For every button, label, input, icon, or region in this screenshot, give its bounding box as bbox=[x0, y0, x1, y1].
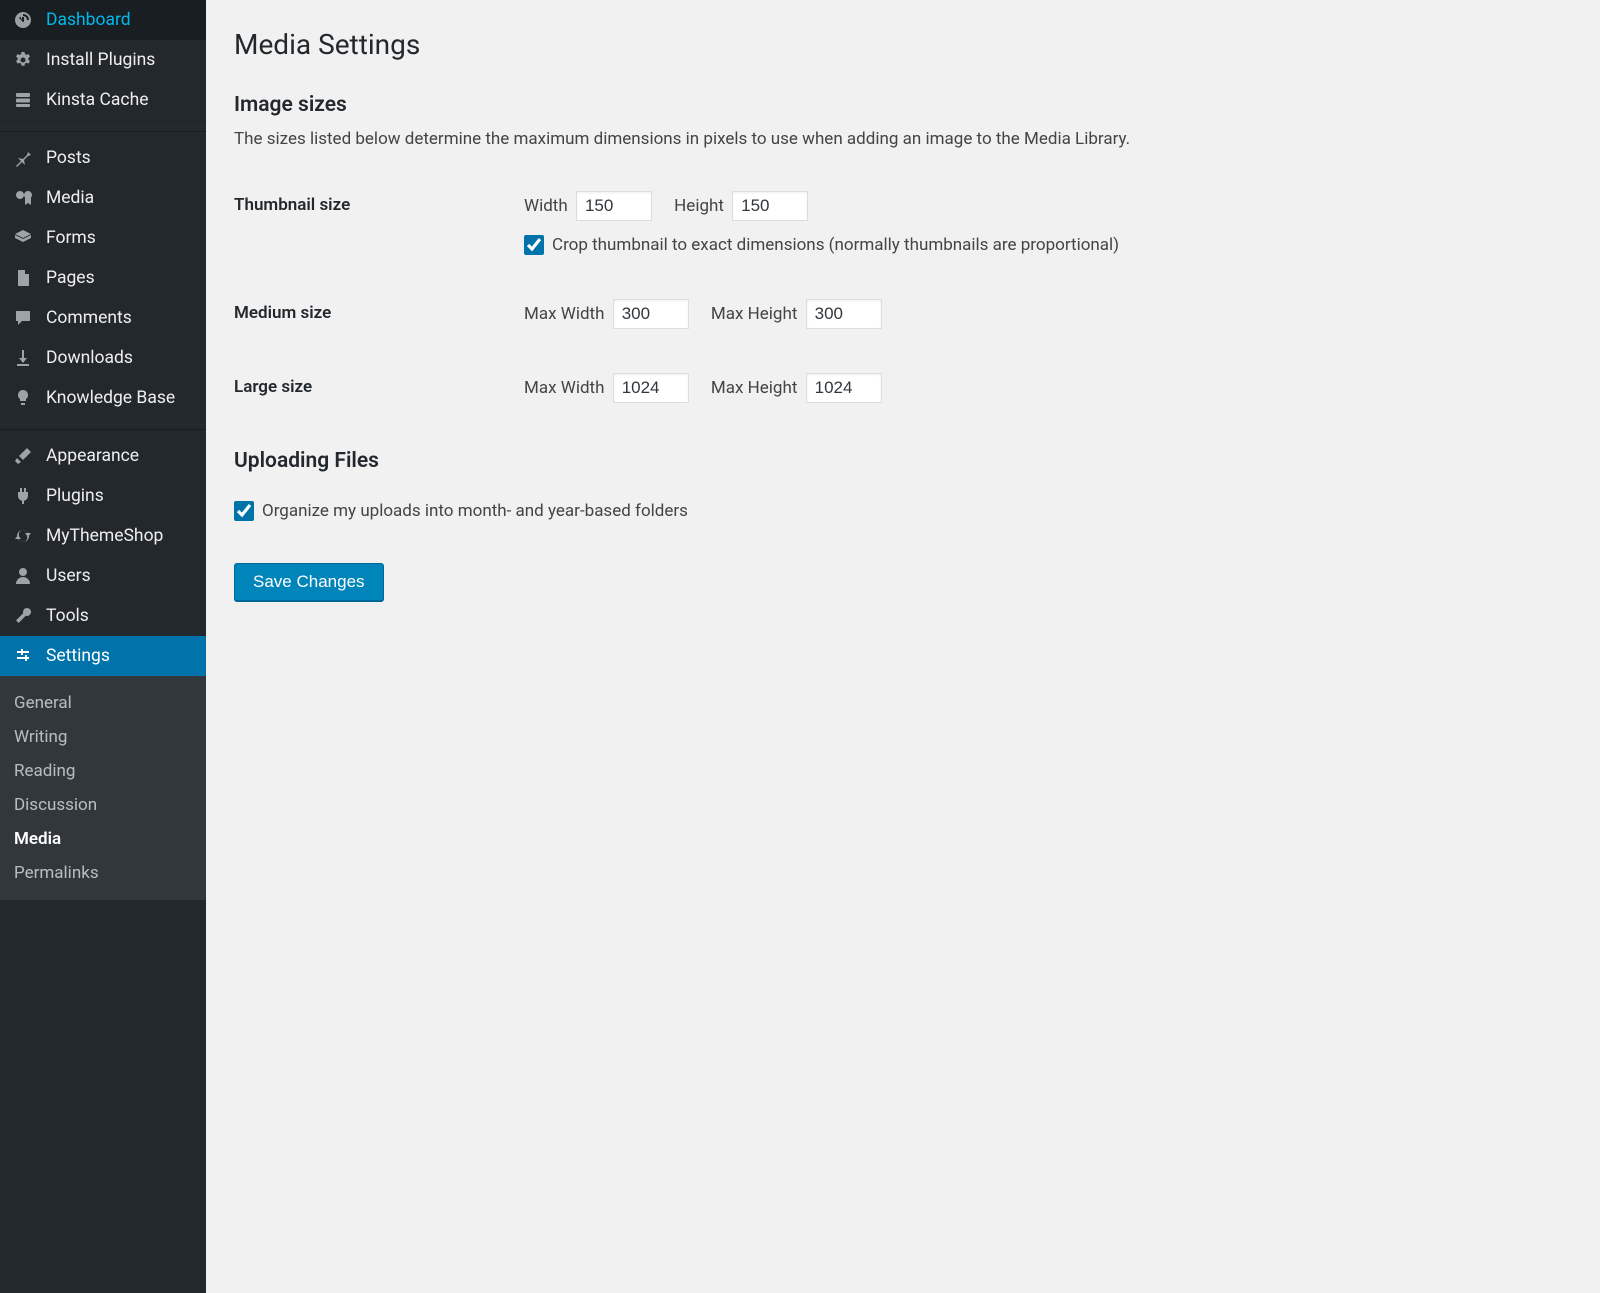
server-icon bbox=[10, 90, 36, 110]
thumbnail-size-label: Thumbnail size bbox=[234, 169, 514, 277]
sidebar-item-posts[interactable]: Posts bbox=[0, 138, 206, 178]
sidebar-item-label: Knowledge Base bbox=[46, 388, 175, 408]
image-sizes-table: Thumbnail size Width Height Crop thumbna… bbox=[234, 169, 1572, 425]
medium-width-label: Max Width bbox=[524, 304, 604, 324]
sidebar-separator bbox=[0, 126, 206, 132]
uploading-files-heading: Uploading Files bbox=[234, 449, 1572, 473]
sidebar-item-knowledge-base[interactable]: Knowledge Base bbox=[0, 378, 206, 418]
sidebar-item-label: Tools bbox=[46, 606, 89, 626]
sidebar-item-label: Settings bbox=[46, 646, 110, 666]
wrench-icon bbox=[10, 606, 36, 626]
forms-icon bbox=[10, 228, 36, 248]
submenu-item-general[interactable]: General bbox=[0, 686, 206, 720]
sidebar-item-label: Dashboard bbox=[46, 10, 131, 30]
large-size-row: Large size Max Width Max Height bbox=[234, 351, 1572, 425]
save-changes-button[interactable]: Save Changes bbox=[234, 563, 384, 601]
large-height-label: Max Height bbox=[711, 378, 798, 398]
sidebar-item-label: Pages bbox=[46, 268, 95, 288]
refresh-icon bbox=[10, 526, 36, 546]
sidebar-item-label: Appearance bbox=[46, 446, 139, 466]
settings-submenu: GeneralWritingReadingDiscussionMediaPerm… bbox=[0, 676, 206, 900]
sidebar-item-mythemeshop[interactable]: MyThemeShop bbox=[0, 516, 206, 556]
sidebar-separator bbox=[0, 424, 206, 430]
thumbnail-crop-checkbox[interactable] bbox=[524, 235, 544, 255]
thumbnail-crop-label: Crop thumbnail to exact dimensions (norm… bbox=[552, 235, 1119, 255]
large-width-input[interactable] bbox=[613, 373, 689, 403]
medium-height-label: Max Height bbox=[711, 304, 798, 324]
organize-uploads-label: Organize my uploads into month- and year… bbox=[262, 501, 688, 521]
media-icon bbox=[10, 188, 36, 208]
sidebar-item-tools[interactable]: Tools bbox=[0, 596, 206, 636]
medium-height-input[interactable] bbox=[806, 299, 882, 329]
sidebar-item-label: Comments bbox=[46, 308, 132, 328]
medium-width-input[interactable] bbox=[613, 299, 689, 329]
comment-icon bbox=[10, 308, 36, 328]
sidebar-item-label: Forms bbox=[46, 228, 96, 248]
medium-size-row: Medium size Max Width Max Height bbox=[234, 277, 1572, 351]
sidebar-item-label: MyThemeShop bbox=[46, 526, 163, 546]
large-width-label: Max Width bbox=[524, 378, 604, 398]
sidebar-item-kinsta-cache[interactable]: Kinsta Cache bbox=[0, 80, 206, 120]
sidebar-item-forms[interactable]: Forms bbox=[0, 218, 206, 258]
thumbnail-size-row: Thumbnail size Width Height Crop thumbna… bbox=[234, 169, 1572, 277]
page-title: Media Settings bbox=[234, 20, 1572, 69]
thumbnail-width-label: Width bbox=[524, 196, 568, 216]
sidebar-item-plugins[interactable]: Plugins bbox=[0, 476, 206, 516]
organize-uploads-checkbox[interactable] bbox=[234, 501, 254, 521]
bulb-icon bbox=[10, 388, 36, 408]
sidebar-item-media[interactable]: Media bbox=[0, 178, 206, 218]
large-size-label: Large size bbox=[234, 351, 514, 425]
sidebar-item-pages[interactable]: Pages bbox=[0, 258, 206, 298]
sidebar-item-install-plugins[interactable]: Install Plugins bbox=[0, 40, 206, 80]
admin-sidebar: Dashboard Install Plugins Kinsta Cache Post… bbox=[0, 0, 206, 1293]
sidebar-item-users[interactable]: Users bbox=[0, 556, 206, 596]
thumbnail-width-input[interactable] bbox=[576, 191, 652, 221]
submenu-item-media[interactable]: Media bbox=[0, 822, 206, 856]
thumbnail-height-label: Height bbox=[674, 196, 724, 216]
main-content: Media Settings Image sizes The sizes lis… bbox=[206, 0, 1600, 1293]
download-icon bbox=[10, 348, 36, 368]
plug-icon bbox=[10, 486, 36, 506]
sidebar-item-label: Plugins bbox=[46, 486, 104, 506]
sidebar-item-appearance[interactable]: Appearance bbox=[0, 436, 206, 476]
large-height-input[interactable] bbox=[806, 373, 882, 403]
medium-size-label: Medium size bbox=[234, 277, 514, 351]
dashboard-icon bbox=[10, 10, 36, 30]
sidebar-item-label: Kinsta Cache bbox=[46, 90, 149, 110]
gear-icon bbox=[10, 50, 36, 70]
sidebar-item-comments[interactable]: Comments bbox=[0, 298, 206, 338]
sidebar-item-label: Media bbox=[46, 188, 94, 208]
sidebar-item-label: Users bbox=[46, 566, 91, 586]
pin-icon bbox=[10, 148, 36, 168]
page-icon bbox=[10, 268, 36, 288]
submenu-item-reading[interactable]: Reading bbox=[0, 754, 206, 788]
submenu-item-permalinks[interactable]: Permalinks bbox=[0, 856, 206, 890]
sidebar-item-settings[interactable]: Settings bbox=[0, 636, 206, 676]
submenu-item-discussion[interactable]: Discussion bbox=[0, 788, 206, 822]
image-sizes-heading: Image sizes bbox=[234, 93, 1572, 117]
submenu-item-writing[interactable]: Writing bbox=[0, 720, 206, 754]
sidebar-item-label: Posts bbox=[46, 148, 91, 168]
thumbnail-height-input[interactable] bbox=[732, 191, 808, 221]
sidebar-item-dashboard[interactable]: Dashboard bbox=[0, 0, 206, 40]
settings-icon bbox=[10, 646, 36, 666]
brush-icon bbox=[10, 446, 36, 466]
image-sizes-description: The sizes listed below determine the max… bbox=[234, 129, 1572, 149]
user-icon bbox=[10, 566, 36, 586]
sidebar-item-label: Install Plugins bbox=[46, 50, 155, 70]
sidebar-item-label: Downloads bbox=[46, 348, 133, 368]
sidebar-item-downloads[interactable]: Downloads bbox=[0, 338, 206, 378]
